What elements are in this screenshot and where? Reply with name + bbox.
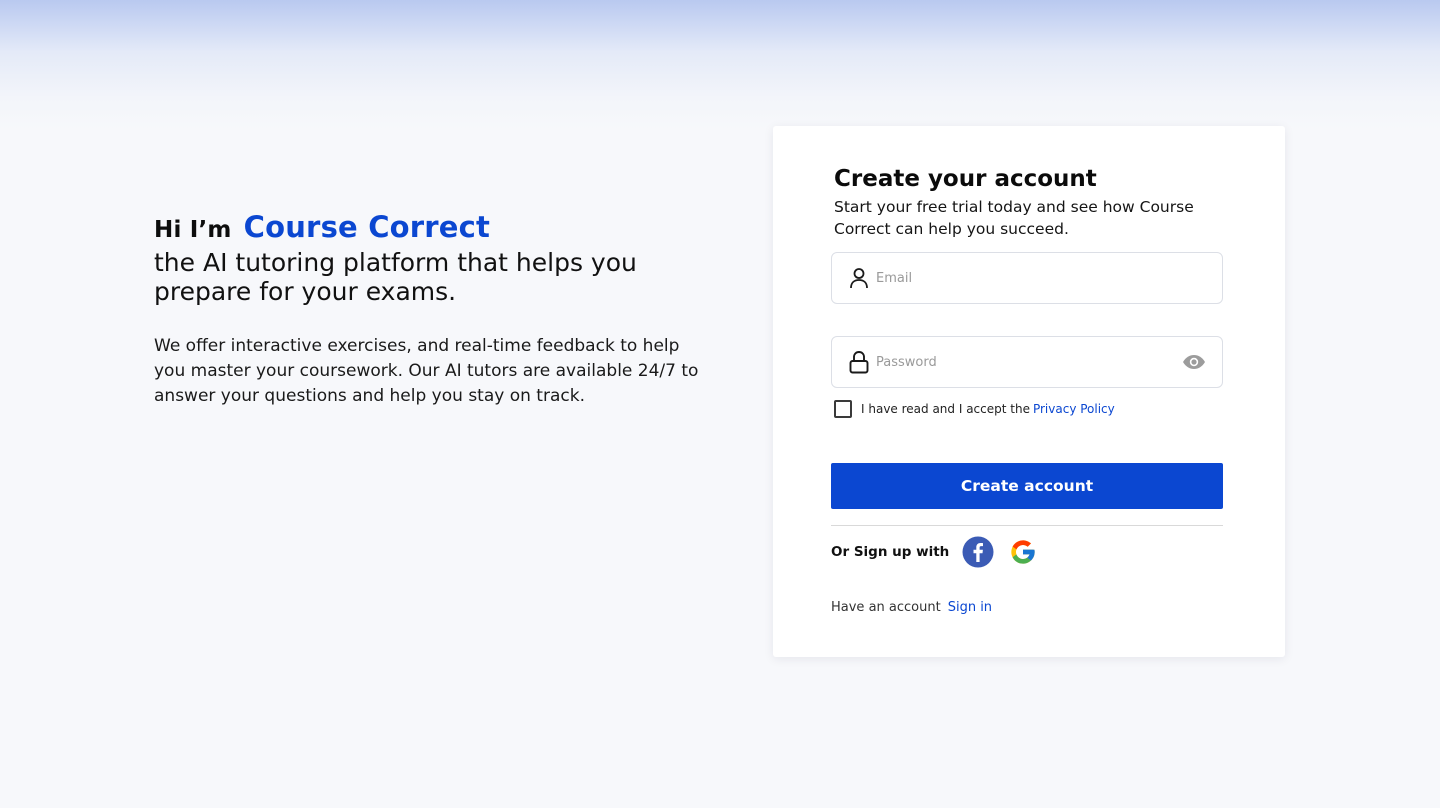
- divider: [831, 525, 1223, 526]
- signup-card: Create your account Start your free tria…: [773, 126, 1285, 657]
- hero-section: Hi I’m Course Correct the AI tutoring pl…: [154, 210, 724, 409]
- brand-name: Course Correct: [243, 210, 491, 244]
- password-input[interactable]: [876, 337, 1182, 387]
- consent-text: I have read and I accept the: [861, 402, 1030, 416]
- user-icon: [848, 267, 870, 289]
- form-subtitle: Start your free trial today and see how …: [834, 198, 1194, 238]
- top-gradient-banner: [0, 0, 1440, 130]
- hero-greeting-text: Hi I’m: [154, 217, 232, 243]
- form-title: Create your account: [834, 166, 1097, 192]
- lock-icon: [848, 351, 870, 374]
- signin-link[interactable]: Sign in: [948, 600, 992, 615]
- social-signup: Or Sign up with: [831, 536, 1039, 568]
- google-icon[interactable]: [1007, 536, 1039, 568]
- signin-row: Have an account Sign in: [831, 600, 992, 615]
- email-input[interactable]: [876, 253, 1222, 303]
- email-field[interactable]: [831, 252, 1223, 304]
- privacy-consent: I have read and I accept the Privacy Pol…: [834, 400, 1115, 418]
- eye-icon[interactable]: [1182, 350, 1206, 374]
- privacy-checkbox[interactable]: [834, 400, 852, 418]
- hero-tagline: the AI tutoring platform that helps you …: [154, 248, 637, 306]
- privacy-policy-link[interactable]: Privacy Policy: [1033, 402, 1115, 416]
- create-account-button[interactable]: Create account: [831, 463, 1223, 509]
- social-signup-label: Or Sign up with: [831, 544, 950, 560]
- hero-greeting: Hi I’m Course Correct: [154, 210, 724, 244]
- signin-prompt: Have an account: [831, 600, 941, 615]
- hero-description: We offer interactive exercises, and real…: [154, 336, 699, 406]
- password-field[interactable]: [831, 336, 1223, 388]
- facebook-icon[interactable]: [962, 536, 994, 568]
